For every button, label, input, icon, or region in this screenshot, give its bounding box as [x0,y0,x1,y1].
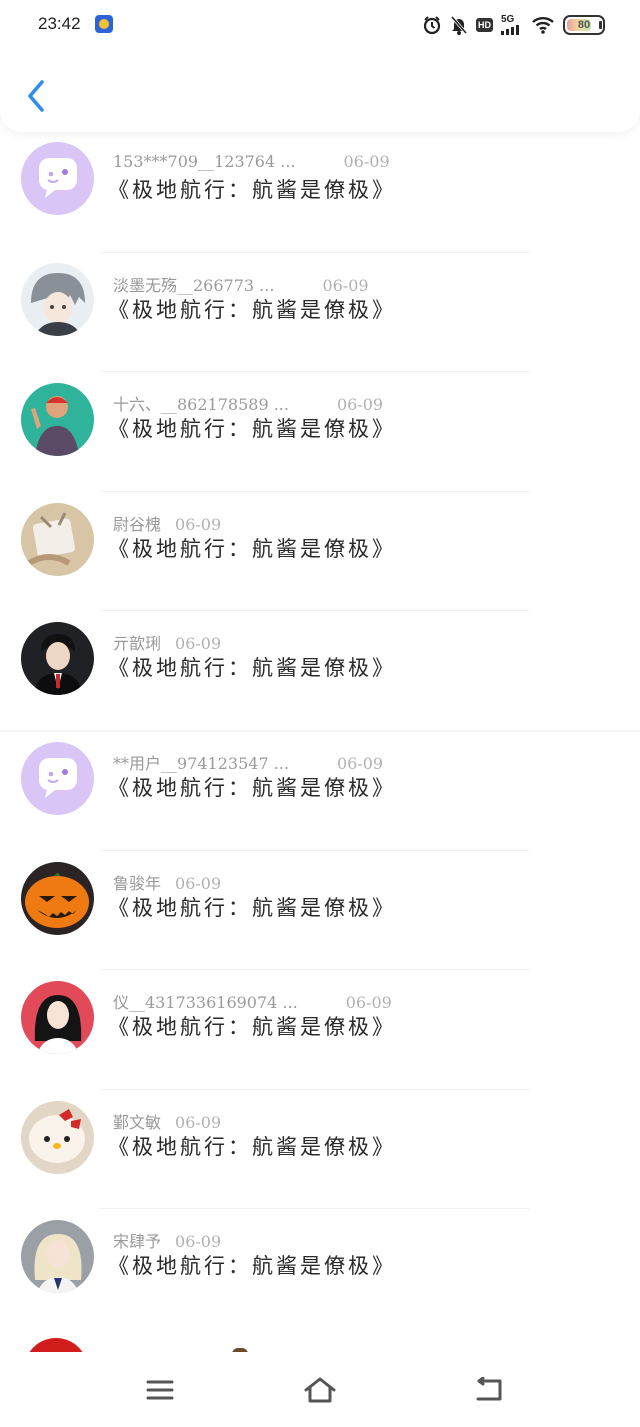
comment-date: 06-09 [336,753,384,773]
divider [100,610,530,612]
list-item[interactable]: 鄞文敏 06-09 《极地航行：航酱是僚极》 [0,1088,640,1209]
username: 仪__4317336169074 ... [113,993,298,1013]
comment-list: 153***709__123764 ... 06-09 《极地航行：航酱是僚极》 … [0,132,640,1352]
username: 尉谷槐 [113,514,162,534]
comment-meta: 宋肆予 06-09 [113,1228,221,1252]
avatar[interactable] [21,622,94,696]
comment-title: 《极地航行：航酱是僚极》 [108,1015,396,1040]
comment-meta: 鲁骏年 06-09 [113,870,221,894]
network-type: 5G [501,14,515,25]
status-time: 23:42 [38,14,81,33]
avatar[interactable] [21,981,94,1055]
username: 亓歆琍 [113,634,162,654]
comment-title: 《极地航行：航酱是僚极》 [108,656,396,681]
comment-title: 《极地航行：航酱是僚极》 [108,775,396,800]
comment-title: 《极地航行：航酱是僚极》 [108,536,396,561]
comment-meta: 鄞文敏 06-09 [113,1109,221,1133]
divider [100,849,530,851]
avatar[interactable] [21,1220,94,1294]
comment-meta: **用户__974123547 ... 06-09 [113,750,383,774]
comment-date: 06-09 [175,873,222,893]
divider [100,490,530,492]
comment-title: 《极地航行：航酱是僚极》 [108,1134,396,1159]
comment-meta: 亓歆琍 06-09 [113,630,221,654]
avatar[interactable] [21,262,94,336]
username: 鲁骏年 [113,873,162,893]
comment-date: 06-09 [322,275,369,295]
username: 鄞文敏 [113,1112,162,1132]
list-item[interactable]: 鲁骏年 06-09 《极地航行：航酱是僚极》 [0,849,640,970]
comment-title: 《极地航行：航酱是僚极》 [108,895,396,920]
hd-badge: HD [476,18,493,32]
divider [100,251,530,253]
comment-meta: 尉谷槐 06-09 [113,511,221,535]
header-bar: 23:42 HD 5G 80 [0,0,640,132]
list-item[interactable]: 十六、__862178589 ... 06-09 《极地航行：航酱是僚极》 [0,371,640,491]
avatar[interactable] [21,142,94,215]
username: 淡墨无殇__266773 ... [113,275,275,295]
comment-meta: 153***709__123764 ... 06-09 [113,152,390,171]
comment-date: 06-09 [175,634,222,654]
comment-meta: 淡墨无殇__266773 ... 06-09 [113,272,369,296]
back-icon [476,1377,502,1401]
battery-icon: 80 [563,15,605,35]
divider [100,1208,530,1210]
username: 153***709__123764 ... [113,152,296,171]
list-item[interactable]: 仪__4317336169074 ... 06-09 《极地航行：航酱是僚极》 [0,969,640,1089]
home-button[interactable] [300,1372,340,1408]
app-notification-icon [95,15,113,33]
status-icons: HD 5G 80 [422,13,605,37]
list-item[interactable]: 淡墨无殇__266773 ... 06-09 《极地航行：航酱是僚极》 [0,251,640,372]
list-item[interactable]: 宋肆予 06-09 《极地航行：航酱是僚极》 [0,1208,640,1328]
avatar[interactable] [21,1100,94,1174]
comment-meta: 仪__4317336169074 ... 06-09 [113,989,392,1013]
comment-title: 《极地航行：航酱是僚极》 [108,1254,396,1279]
comment-meta: 十六、__862178589 ... 06-09 [113,391,383,415]
list-item[interactable]: **用户__974123547 ... 06-09 《极地航行：航酱是僚极》 [0,729,640,850]
comment-date: 06-09 [175,1232,222,1252]
username: **用户__974123547 ... [113,753,289,773]
system-back-button[interactable] [468,1372,508,1408]
list-item[interactable]: 153***709__123764 ... 06-09 《极地航行：航酱是僚极》 [0,132,640,252]
system-nav-bar [0,1352,640,1427]
avatar[interactable] [21,741,94,815]
username: 十六、__862178589 ... [113,395,289,415]
alarm-icon [422,15,442,35]
divider [0,729,640,732]
comment-date: 06-09 [175,1112,222,1132]
comment-date: 06-09 [175,514,222,534]
comment-date: 06-09 [345,993,392,1013]
back-button[interactable] [16,76,56,116]
wifi-icon [531,15,555,35]
avatar[interactable] [21,861,94,935]
comment-date: 06-09 [336,395,384,415]
home-icon [304,1377,336,1403]
cellular-signal-icon: 5G [501,15,523,35]
comment-title: 《极地航行：航酱是僚极》 [108,417,396,442]
menu-icon [146,1380,174,1400]
list-item[interactable]: 尉谷槐 06-09 《极地航行：航酱是僚极》 [0,490,640,611]
status-bar: 23:42 HD 5G 80 [0,0,640,50]
divider [100,371,530,373]
list-item[interactable]: 亓歆琍 06-09 《极地航行：航酱是僚极》 [0,610,640,730]
avatar[interactable] [21,383,94,457]
comment-title: 《极地航行：航酱是僚极》 [108,297,396,322]
battery-level: 80 [577,19,591,31]
divider [100,969,530,971]
divider [100,1088,530,1090]
mute-icon [450,15,468,35]
avatar[interactable] [21,502,94,576]
comment-date: 06-09 [343,152,390,171]
username: 宋肆予 [113,1232,162,1252]
menu-button[interactable] [140,1372,180,1408]
comment-title: 《极地航行：航酱是僚极》 [108,178,396,202]
chevron-left-icon [28,80,44,112]
